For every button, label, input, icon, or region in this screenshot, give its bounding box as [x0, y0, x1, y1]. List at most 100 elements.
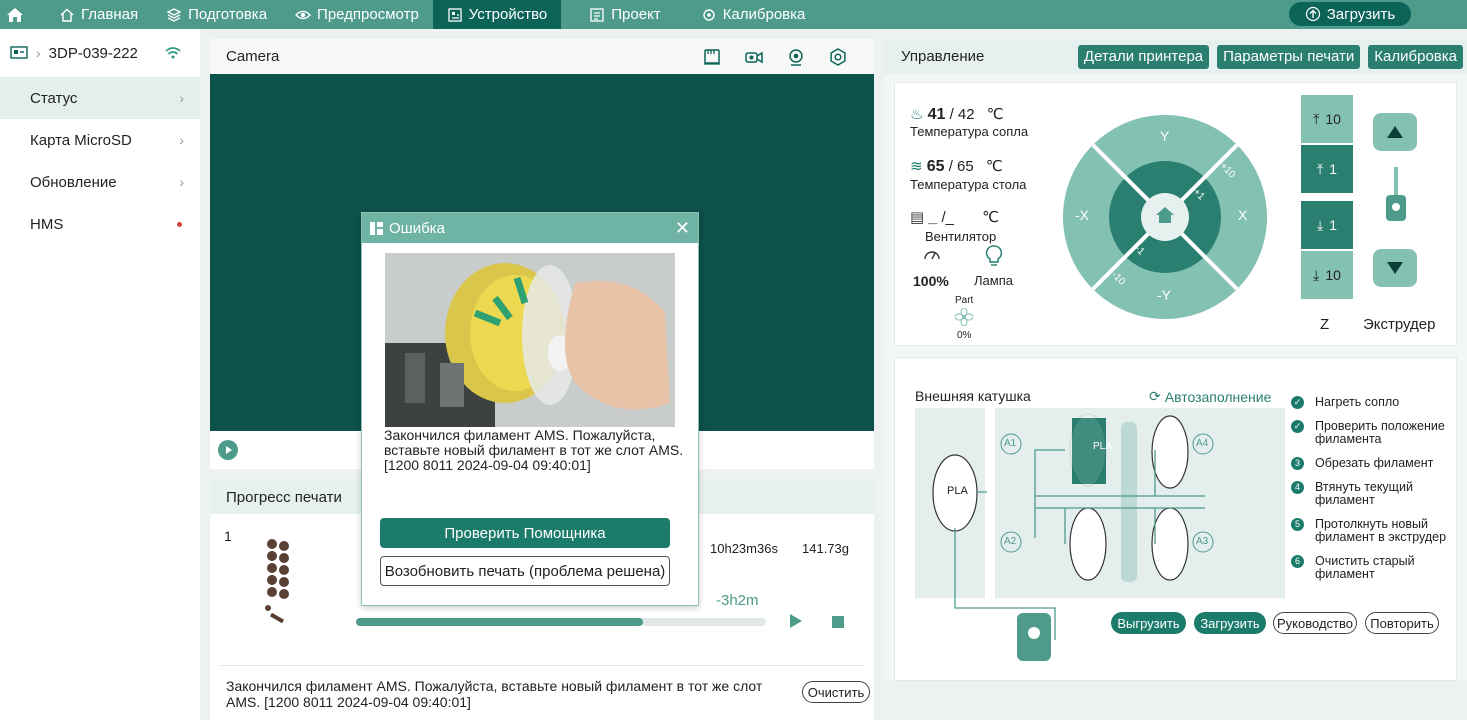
dialog-title: Ошибка	[389, 219, 445, 237]
sidebar-item-update[interactable]: Обновление ›	[0, 161, 200, 203]
speed-gauge-icon[interactable]	[923, 247, 941, 261]
jog-x-plus[interactable]: X	[1238, 207, 1247, 223]
nav-prepare-label: Подготовка	[188, 6, 268, 23]
sidebar-item-label: Статус	[30, 89, 78, 107]
z-up-1-button[interactable]: ⤒ 1	[1301, 145, 1353, 193]
z-axis-label: Z	[1320, 316, 1330, 333]
slot-a2-label: A2	[1004, 536, 1017, 547]
nav-prepare[interactable]: Подготовка	[152, 0, 281, 29]
temperature-jog-card: ♨ 41 / 42 ℃ Температура сопла ≋ 65 / 65 …	[894, 82, 1457, 346]
z-up-10-button[interactable]: ⤒ 10	[1301, 95, 1353, 143]
chevron-right-icon: ›	[179, 90, 184, 106]
step-item: ✓ Проверить положение филамента	[1291, 420, 1461, 446]
arrow-up-icon: ⤒	[1317, 160, 1324, 177]
webcam-icon[interactable]	[786, 47, 806, 67]
error-dialog: Ошибка ✕ Закончился филамент AMS. Пожалу…	[361, 212, 699, 606]
slot-a1-material: PLA	[1093, 441, 1112, 452]
retry-button[interactable]: Повторить	[1365, 612, 1439, 634]
divider	[220, 665, 864, 666]
stop-icon[interactable]	[832, 616, 844, 628]
device-selector[interactable]: › 3DP-039-222	[0, 29, 200, 77]
control-header: Управление Детали принтера Параметры печ…	[884, 39, 1467, 74]
settings-gear-icon[interactable]	[828, 47, 848, 67]
clear-button[interactable]: Очистить	[802, 681, 870, 703]
nav-preview[interactable]: Предпросмотр	[281, 0, 433, 29]
sidebar: › 3DP-039-222 Статус › Карта MicroSD › О…	[0, 29, 200, 720]
dialog-header: Ошибка ✕	[362, 213, 698, 243]
control-title: Управление	[901, 48, 985, 65]
sidebar-item-label: HMS	[30, 215, 64, 233]
extruder-label: Экструдер	[1363, 316, 1436, 333]
step-item: ✓ Нагреть сопло	[1291, 396, 1461, 409]
nav-home[interactable]: Главная	[45, 0, 152, 29]
chevron-right-icon: ›	[179, 174, 184, 190]
nav-calibration[interactable]: Калибровка	[687, 0, 820, 29]
slot-a4-label: A4	[1196, 438, 1209, 449]
close-icon[interactable]: ✕	[675, 218, 690, 239]
chevron-right-icon: ›	[179, 132, 184, 148]
nozzle-temperature[interactable]: ♨ 41 / 42 ℃	[910, 105, 1004, 124]
part-fan-label: Part	[955, 295, 974, 306]
remaining-time: -3h2m	[716, 592, 759, 609]
jog-x-minus[interactable]: -X	[1075, 207, 1089, 223]
resume-print-button[interactable]: Возобновить печать (проблема решена)	[380, 556, 670, 586]
resume-icon[interactable]	[790, 614, 802, 628]
nav-device[interactable]: Устройство	[432, 0, 562, 29]
part-fan-icon[interactable]	[955, 308, 973, 326]
arrow-down-icon: ⤓	[1317, 216, 1324, 233]
video-record-icon[interactable]	[744, 47, 764, 67]
unload-button[interactable]: Выгрузить	[1111, 612, 1186, 634]
layers-icon	[166, 7, 182, 22]
upload-icon	[1305, 6, 1320, 22]
sidebar-item-hms[interactable]: HMS	[0, 203, 200, 245]
home-icon[interactable]	[0, 0, 29, 29]
nav-home-label: Главная	[81, 6, 139, 23]
autofill-toggle[interactable]: ⟳ Автозаполнение	[1149, 388, 1271, 405]
progress-title: Прогресс печати	[226, 488, 342, 506]
home-axes-icon[interactable]	[1153, 203, 1177, 227]
arrow-up-icon: ⤒	[1313, 110, 1320, 127]
device-name: 3DP-039-222	[48, 44, 138, 62]
lamp-label: Лампа	[974, 273, 1013, 288]
extruder-up-button[interactable]	[1373, 113, 1417, 151]
load-steps-list: ✓ Нагреть сопло ✓ Проверить положение фила…	[1291, 396, 1461, 592]
extruder-down-button[interactable]	[1373, 249, 1417, 287]
nav-calibration-label: Калибровка	[722, 6, 806, 23]
slot-a1-label: A1	[1004, 438, 1017, 449]
nav-project[interactable]: Проект	[575, 0, 674, 29]
fan-speed-value: 100%	[913, 273, 949, 289]
upload-button[interactable]: Загрузить	[1289, 2, 1411, 26]
external-spool-material: PLA	[947, 485, 968, 497]
check-assistant-button[interactable]: Проверить Помощника	[380, 518, 670, 548]
slot-a3-label: A3	[1196, 536, 1209, 547]
alert-dot-icon	[177, 221, 182, 227]
arrow-down-icon: ⤓	[1313, 266, 1320, 283]
guide-button[interactable]: Руководство	[1273, 612, 1357, 634]
z-down-10-button[interactable]: ⤓ 10	[1301, 251, 1353, 299]
nav-preview-label: Предпросмотр	[317, 6, 419, 23]
sidebar-item-label: Карта MicroSD	[30, 131, 132, 149]
plate-number: 1	[224, 528, 232, 544]
nav-device-label: Устройство	[468, 6, 548, 23]
print-parameters-button[interactable]: Параметры печати	[1217, 44, 1361, 69]
nav-project-label: Проект	[611, 6, 661, 23]
printer-details-button[interactable]: Детали принтера	[1077, 44, 1210, 69]
jog-y-minus[interactable]: -Y	[1157, 287, 1171, 303]
bed-temperature[interactable]: ≋ 65 / 65 ℃	[910, 157, 1003, 176]
error-message: Закончился филамент AMS. Пожалуйста, вст…	[226, 678, 763, 710]
sidebar-item-microsd[interactable]: Карта MicroSD ›	[0, 119, 200, 161]
model-thumbnail	[265, 539, 289, 624]
device-icon	[448, 7, 462, 22]
refresh-icon: ⟳	[1149, 388, 1161, 404]
load-button[interactable]: Загрузить	[1194, 612, 1266, 634]
chamber-temperature[interactable]: ▤ _ /_ ℃	[910, 208, 999, 227]
jog-y-plus[interactable]: Y	[1160, 128, 1169, 144]
play-icon[interactable]	[218, 440, 238, 460]
z-down-1-button[interactable]: ⤓ 1	[1301, 201, 1353, 249]
sidebar-item-status[interactable]: Статус ›	[0, 77, 200, 119]
camera-title: Camera	[226, 48, 280, 65]
calibration-button[interactable]: Калибровка	[1368, 44, 1463, 69]
lamp-icon[interactable]	[985, 245, 1003, 267]
sd-card-icon[interactable]	[702, 47, 722, 67]
camera-header: Camera	[210, 39, 874, 74]
